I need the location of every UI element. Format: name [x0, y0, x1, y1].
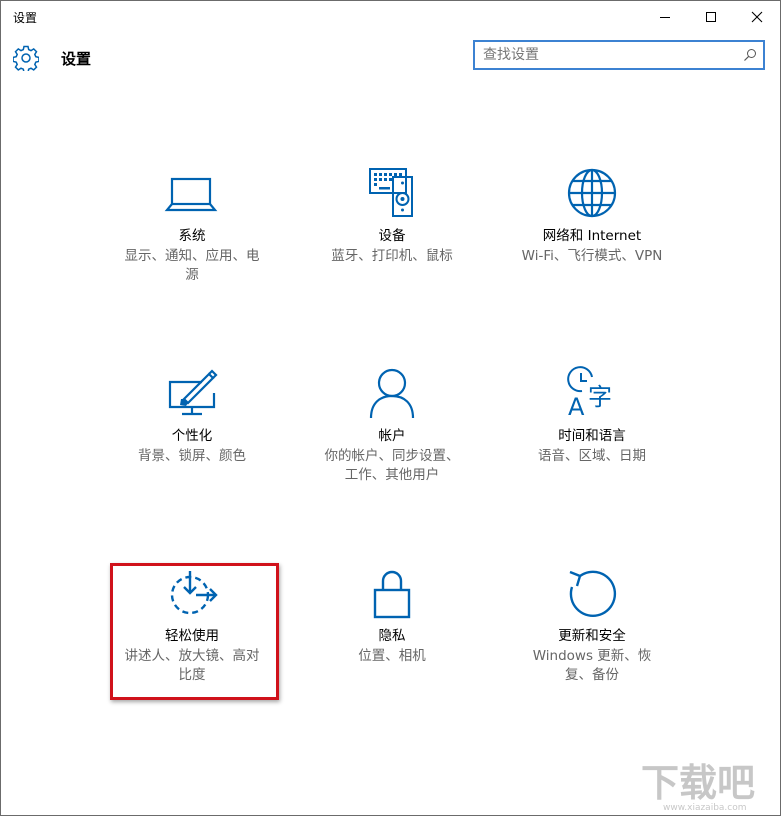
svg-text:www.xiazaiba.com: www.xiazaiba.com — [663, 803, 747, 812]
tile-accounts[interactable]: 帐户 你的帐户、同步设置、 工作、其他用户 — [302, 363, 482, 513]
tile-title: 时间和语言 — [558, 428, 626, 444]
close-icon — [751, 11, 763, 23]
svg-text:字: 字 — [588, 383, 612, 411]
watermark-logo: 下载吧 www.xiazaiba.com — [641, 761, 755, 812]
clock-language-icon: A 字 — [567, 366, 612, 421]
tile-description: 语音、区域、日期 — [538, 448, 646, 464]
tile-title: 隐私 — [378, 628, 406, 644]
tile-system[interactable]: 系统 显示、通知、应用、电 源 — [102, 163, 282, 313]
tile-title: 设备 — [378, 228, 406, 244]
tile-description: 蓝牙、打印机、鼠标 — [331, 248, 453, 264]
tile-network[interactable]: 网络和 Internet Wi-Fi、飞行模式、VPN — [502, 163, 682, 313]
maximize-icon — [706, 12, 716, 22]
globe-icon — [567, 168, 617, 218]
tile-devices[interactable]: 设备 蓝牙、打印机、鼠标 — [302, 163, 482, 313]
gear-icon — [13, 45, 39, 71]
tile-privacy[interactable]: 隐私 位置、相机 — [302, 563, 482, 713]
tile-description: 你的帐户、同步设置、 工作、其他用户 — [324, 448, 460, 483]
tile-description: 背景、锁屏、颜色 — [138, 448, 246, 464]
refresh-icon — [569, 570, 617, 617]
laptop-icon — [164, 177, 218, 212]
tile-description: 位置、相机 — [358, 648, 426, 664]
page-title: 设置 — [61, 50, 92, 68]
settings-header: 设置 — [1, 33, 780, 83]
tile-personalization[interactable]: 个性化 背景、锁屏、颜色 — [102, 363, 282, 513]
tile-title: 系统 — [178, 228, 206, 244]
tile-title: 更新和安全 — [558, 628, 626, 644]
close-button[interactable] — [734, 1, 780, 33]
tile-time-language[interactable]: A 字 时间和语言 语音、区域、日期 — [502, 363, 682, 513]
tile-title: 网络和 Internet — [542, 228, 642, 244]
monitor-brush-icon — [168, 369, 218, 416]
search-input[interactable] — [483, 45, 733, 65]
tile-description: Wi-Fi、飞行模式、VPN — [521, 248, 663, 264]
tile-update-security[interactable]: 更新和安全 Windows 更新、恢 复、备份 — [502, 563, 682, 713]
search-icon[interactable] — [743, 48, 757, 62]
minimize-icon — [660, 17, 670, 18]
window-title: 设置 — [13, 11, 38, 25]
settings-window: 设置 设置 查找设置 系统 显示、通知、应用、电 源 设备 蓝牙、打印机、鼠标 … — [0, 0, 781, 816]
svg-text:下载吧: 下载吧 — [641, 761, 755, 805]
maximize-button[interactable] — [688, 1, 734, 33]
svg-text:A: A — [568, 393, 585, 421]
person-icon — [369, 368, 415, 419]
ease-of-access-icon — [170, 571, 218, 615]
tile-description: Windows 更新、恢 复、备份 — [532, 648, 652, 683]
tile-title: 轻松使用 — [165, 628, 219, 644]
tile-description: 显示、通知、应用、电 源 — [124, 248, 260, 283]
tile-title: 帐户 — [378, 428, 406, 444]
minimize-button[interactable] — [642, 1, 688, 33]
search-box[interactable] — [473, 40, 765, 70]
tile-description: 讲述人、放大镜、高对 比度 — [124, 648, 260, 683]
lock-icon — [373, 570, 411, 619]
tile-ease-of-access[interactable]: 轻松使用 讲述人、放大镜、高对 比度 — [102, 563, 282, 713]
keyboard-speaker-icon — [369, 168, 413, 217]
title-bar[interactable]: 设置 — [1, 1, 780, 33]
tile-title: 个性化 — [171, 428, 213, 444]
